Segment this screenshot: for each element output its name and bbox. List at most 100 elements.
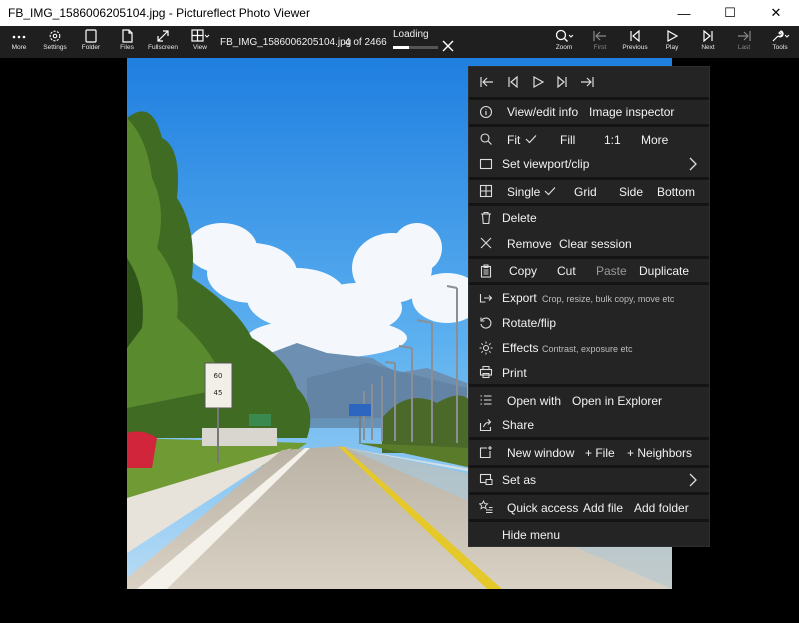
hide-menu-item[interactable]: Hide menu bbox=[502, 528, 560, 542]
fullscreen-label: Fullscreen bbox=[148, 44, 178, 51]
tools-button[interactable]: Tools bbox=[766, 26, 794, 58]
last-label: Last bbox=[737, 44, 751, 51]
rotate-flip-item[interactable]: Rotate/flip bbox=[502, 316, 556, 330]
file-name: FB_IMG_1586006205104.jpg bbox=[220, 37, 352, 48]
single-layout-item[interactable]: Single bbox=[507, 185, 540, 199]
set-as-item[interactable]: Set as bbox=[502, 473, 536, 487]
maximize-button[interactable]: ☐ bbox=[707, 0, 753, 26]
brightness-icon bbox=[479, 341, 493, 355]
fill-item[interactable]: Fill bbox=[560, 133, 575, 147]
first-button[interactable]: First bbox=[586, 26, 614, 58]
grid-icon bbox=[479, 184, 493, 198]
rotate-icon bbox=[480, 317, 492, 329]
folder-button[interactable]: Folder bbox=[77, 26, 105, 58]
new-window-item[interactable]: New window bbox=[507, 446, 574, 460]
previous-icon[interactable] bbox=[506, 75, 520, 89]
chevron-right-icon[interactable] bbox=[688, 157, 698, 171]
previous-label: Previous bbox=[622, 44, 648, 51]
set-viewport-item[interactable]: Set viewport/clip bbox=[502, 157, 589, 171]
add-file-item[interactable]: Add file bbox=[583, 501, 623, 515]
menu-nav-row bbox=[469, 69, 709, 95]
close-button[interactable]: ✕ bbox=[753, 0, 799, 26]
grid-layout-item[interactable]: Grid bbox=[574, 185, 597, 199]
menu-separator bbox=[469, 492, 709, 495]
delete-item[interactable]: Delete bbox=[502, 211, 537, 225]
chevron-right-icon[interactable] bbox=[688, 473, 698, 487]
one-to-one-item[interactable]: 1:1 bbox=[604, 133, 621, 147]
list-icon bbox=[480, 395, 492, 405]
open-with-item[interactable]: Open with bbox=[507, 394, 561, 408]
duplicate-item[interactable]: Duplicate bbox=[639, 264, 689, 278]
next-label: Next bbox=[701, 44, 715, 51]
fit-item[interactable]: Fit bbox=[507, 133, 520, 147]
viewport-icon bbox=[479, 158, 493, 170]
more-label: More bbox=[11, 44, 27, 51]
new-window-file-item[interactable]: + File bbox=[585, 446, 615, 460]
file-icon bbox=[122, 29, 133, 43]
previous-icon bbox=[630, 29, 640, 43]
clear-session-item[interactable]: Clear session bbox=[559, 237, 632, 251]
open-in-explorer-item[interactable]: Open in Explorer bbox=[572, 394, 662, 408]
effects-item[interactable]: Effects bbox=[502, 341, 538, 355]
previous-button[interactable]: Previous bbox=[620, 26, 650, 58]
files-button[interactable]: Files bbox=[113, 26, 141, 58]
share-icon bbox=[479, 419, 492, 432]
printer-icon bbox=[479, 366, 493, 378]
export-item[interactable]: Export bbox=[502, 291, 537, 305]
menu-separator bbox=[469, 465, 709, 468]
play-icon[interactable] bbox=[531, 75, 545, 89]
zoom-label: Zoom bbox=[555, 44, 573, 51]
next-icon bbox=[703, 29, 713, 43]
view-button[interactable]: View bbox=[186, 26, 214, 58]
last-icon[interactable] bbox=[579, 75, 595, 89]
last-button[interactable]: Last bbox=[730, 26, 758, 58]
new-window-icon bbox=[479, 446, 492, 459]
loading-text: Loading bbox=[393, 29, 429, 40]
menu-separator bbox=[469, 519, 709, 522]
print-item[interactable]: Print bbox=[502, 366, 527, 380]
quick-access-item[interactable]: Quick access bbox=[507, 501, 578, 515]
menu-separator bbox=[469, 384, 709, 387]
fullscreen-icon bbox=[157, 30, 169, 42]
menu-separator bbox=[469, 282, 709, 285]
first-icon[interactable] bbox=[479, 75, 495, 89]
first-label: First bbox=[593, 44, 607, 51]
view-edit-info-item[interactable]: View/edit info bbox=[507, 105, 578, 119]
new-window-neighbors-item[interactable]: + Neighbors bbox=[627, 446, 692, 460]
image-inspector-item[interactable]: Image inspector bbox=[589, 105, 674, 119]
bottom-layout-item[interactable]: Bottom bbox=[657, 185, 695, 199]
play-label: Play bbox=[665, 44, 679, 51]
next-button[interactable]: Next bbox=[694, 26, 722, 58]
search-icon bbox=[555, 29, 574, 42]
star-list-icon bbox=[479, 500, 493, 513]
more-button[interactable]: More bbox=[5, 26, 33, 58]
settings-button[interactable]: Settings bbox=[41, 26, 69, 58]
app-window: FB_IMG_1586006205104.jpg - Pictureflect … bbox=[0, 0, 799, 623]
loading-progress-fill bbox=[393, 46, 409, 49]
copy-item[interactable]: Copy bbox=[509, 264, 537, 278]
toolbar: More Settings Folder Files Fullscreen Vi… bbox=[0, 26, 799, 58]
paste-item[interactable]: Paste bbox=[596, 264, 627, 278]
info-icon bbox=[479, 105, 493, 119]
side-layout-item[interactable]: Side bbox=[619, 185, 643, 199]
files-label: Files bbox=[120, 44, 134, 51]
title-bar: FB_IMG_1586006205104.jpg - Pictureflect … bbox=[0, 0, 799, 26]
cut-item[interactable]: Cut bbox=[557, 264, 576, 278]
effects-description: Contrast, exposure etc bbox=[542, 344, 633, 354]
zoom-button[interactable]: Zoom bbox=[550, 26, 578, 58]
minimize-button[interactable]: — bbox=[661, 0, 707, 26]
fullscreen-button[interactable]: Fullscreen bbox=[147, 26, 179, 58]
play-button[interactable]: Play bbox=[658, 26, 686, 58]
share-item[interactable]: Share bbox=[502, 418, 534, 432]
zoom-more-item[interactable]: More bbox=[641, 133, 668, 147]
set-as-icon bbox=[479, 473, 493, 485]
menu-separator bbox=[469, 256, 709, 259]
add-folder-item[interactable]: Add folder bbox=[634, 501, 689, 515]
wrench-icon bbox=[772, 30, 790, 42]
image-counter: 4 of 2466 bbox=[345, 37, 387, 48]
next-icon[interactable] bbox=[555, 75, 569, 89]
cancel-loading-icon[interactable] bbox=[441, 39, 455, 53]
remove-item[interactable]: Remove bbox=[507, 237, 552, 251]
view-label: View bbox=[193, 44, 207, 51]
menu-separator bbox=[469, 437, 709, 440]
